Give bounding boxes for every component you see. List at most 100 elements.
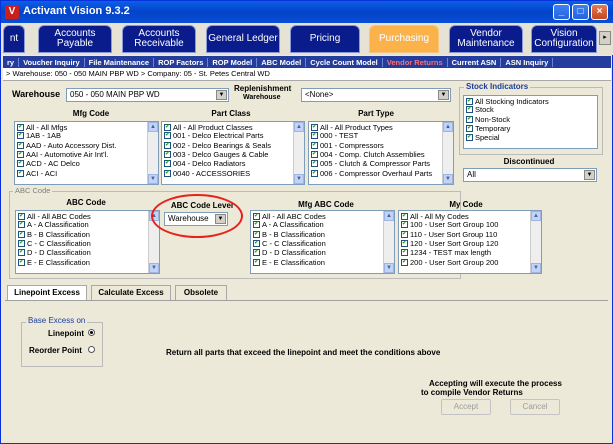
subtab-asn-inquiry[interactable]: ASN Inquiry xyxy=(501,57,554,67)
list-item[interactable]: ✔ AAI - Automotive Air Int'l. xyxy=(15,150,158,159)
scroll-up-icon[interactable]: ▲ xyxy=(148,122,158,132)
checkbox[interactable]: ✔ xyxy=(401,221,408,229)
part-class-list[interactable]: ✔ All - All Product Classes ✔ 001 - Delco … xyxy=(161,121,305,185)
accept-button[interactable]: Accept xyxy=(441,399,491,415)
checkbox[interactable]: ✔ xyxy=(466,134,473,142)
close-icon[interactable]: × xyxy=(591,4,608,20)
scrollbar[interactable]: ▲ ▼ xyxy=(147,122,158,184)
abc-code-list[interactable]: ✔ All - All ABC Codes ✔ A - A Classificati… xyxy=(15,210,160,274)
checkbox[interactable]: ✔ xyxy=(466,98,473,106)
list-item[interactable]: ✔ D - D Classification xyxy=(251,248,394,257)
list-item[interactable]: ✔ Stock xyxy=(464,105,597,114)
list-item[interactable]: ✔ B - B Classification xyxy=(251,230,394,239)
checkbox[interactable]: ✔ xyxy=(164,141,171,149)
list-item[interactable]: ✔ C - C Classification xyxy=(16,239,159,248)
tab-scroll-right-icon[interactable]: ▸ xyxy=(599,31,611,45)
checkbox[interactable]: ✔ xyxy=(311,124,318,132)
checkbox[interactable]: ✔ xyxy=(164,169,171,177)
chevron-down-icon[interactable]: ▼ xyxy=(216,90,227,100)
list-item[interactable]: ✔ 120 - User Sort Group 120 xyxy=(399,239,541,248)
scroll-up-icon[interactable]: ▲ xyxy=(443,122,453,132)
subtab-abc-model[interactable]: ABC Model xyxy=(257,57,307,67)
list-item[interactable]: ✔ All - All Product Types xyxy=(309,122,453,132)
checkbox[interactable]: ✔ xyxy=(253,213,260,221)
checkbox[interactable]: ✔ xyxy=(164,132,171,140)
reorder-point-radio[interactable] xyxy=(88,346,95,355)
list-item[interactable]: ✔ 0040 - ACCESSORIES xyxy=(162,168,304,178)
subtab-inquiry[interactable]: ry xyxy=(3,57,20,67)
title-bar[interactable]: V Activant Vision 9.3.2 _ □ × xyxy=(1,1,613,23)
checkbox[interactable]: ✔ xyxy=(164,124,171,132)
my-code-list[interactable]: ✔ All - All My Codes ✔ 100 - User Sort Gro… xyxy=(398,210,542,274)
tab-pricing[interactable]: Pricing xyxy=(290,25,360,53)
tab-inventory[interactable]: nt xyxy=(3,25,25,53)
checkbox[interactable]: ✔ xyxy=(18,258,25,266)
checkbox[interactable]: ✔ xyxy=(311,132,318,140)
tab-calculate-excess[interactable]: Calculate Excess xyxy=(91,285,171,300)
checkbox[interactable]: ✔ xyxy=(17,132,24,140)
checkbox[interactable]: ✔ xyxy=(401,213,408,221)
checkbox[interactable]: ✔ xyxy=(466,125,473,133)
list-item[interactable]: ✔ 110 - User Sort Group 110 xyxy=(399,230,541,239)
list-item[interactable]: ✔ D - D Classification xyxy=(16,248,159,257)
part-type-list[interactable]: ✔ All - All Product Types ✔ 000 - TEST ✔ 00… xyxy=(308,121,454,185)
tab-vision-configuration[interactable]: Vision Configuration xyxy=(531,25,597,53)
scroll-down-icon[interactable]: ▼ xyxy=(148,174,158,184)
maximize-icon[interactable]: □ xyxy=(572,4,589,20)
scroll-down-icon[interactable]: ▼ xyxy=(294,174,304,184)
tab-linepoint-excess[interactable]: Linepoint Excess xyxy=(7,285,87,300)
checkbox[interactable]: ✔ xyxy=(401,240,408,248)
checkbox[interactable]: ✔ xyxy=(253,230,260,238)
scroll-down-icon[interactable]: ▼ xyxy=(384,263,394,273)
checkbox[interactable]: ✔ xyxy=(164,160,171,168)
list-item[interactable]: ✔ 1AB - 1AB xyxy=(15,131,158,140)
scrollbar[interactable]: ▲ ▼ xyxy=(293,122,304,184)
scroll-down-icon[interactable]: ▼ xyxy=(149,263,159,273)
list-item[interactable]: ✔ Special xyxy=(464,133,597,142)
checkbox[interactable]: ✔ xyxy=(253,240,260,248)
list-item[interactable]: ✔ 004 - Comp. Clutch Assemblies xyxy=(309,150,453,159)
subtab-vendor-returns[interactable]: Vendor Returns xyxy=(383,57,448,67)
checkbox[interactable]: ✔ xyxy=(253,249,260,257)
list-item[interactable]: ✔ All - All Mfgs xyxy=(15,122,158,132)
checkbox[interactable]: ✔ xyxy=(253,221,260,229)
checkbox[interactable]: ✔ xyxy=(17,124,24,132)
subtab-current-asn[interactable]: Current ASN xyxy=(448,57,502,67)
discontinued-select[interactable]: All ▼ xyxy=(463,168,597,182)
list-item[interactable]: ✔ 002 - Delco Bearings & Seals xyxy=(162,141,304,150)
subtab-rop-factors[interactable]: ROP Factors xyxy=(154,57,209,67)
replenishment-select[interactable]: <None> ▼ xyxy=(301,88,451,102)
checkbox[interactable]: ✔ xyxy=(18,221,25,229)
checkbox[interactable]: ✔ xyxy=(311,169,318,177)
list-item[interactable]: ✔ 1234 - TEST max length xyxy=(399,248,541,257)
checkbox[interactable]: ✔ xyxy=(466,106,473,114)
checkbox[interactable]: ✔ xyxy=(311,141,318,149)
scrollbar[interactable]: ▲ ▼ xyxy=(530,211,541,273)
linepoint-radio[interactable] xyxy=(88,329,95,338)
tab-obsolete[interactable]: Obsolete xyxy=(175,285,227,300)
list-item[interactable]: ✔ AAD - Auto Accessory Dist. xyxy=(15,141,158,150)
checkbox[interactable]: ✔ xyxy=(311,151,318,159)
chevron-down-icon[interactable]: ▼ xyxy=(438,90,449,100)
minimize-icon[interactable]: _ xyxy=(553,4,570,20)
list-item[interactable]: ✔ 004 - Delco Radiators xyxy=(162,159,304,168)
list-item[interactable]: ✔ Non-Stock xyxy=(464,115,597,124)
checkbox[interactable]: ✔ xyxy=(401,249,408,257)
list-item[interactable]: ✔ 001 - Delco Electrical Parts xyxy=(162,131,304,140)
tab-accounts-payable[interactable]: Accounts Payable xyxy=(38,25,112,53)
subtab-voucher-inquiry[interactable]: Voucher Inquiry xyxy=(19,57,85,67)
list-item[interactable]: ✔ Temporary xyxy=(464,124,597,133)
list-item[interactable]: ✔ All - All Product Classes xyxy=(162,122,304,132)
tab-vendor-maintenance[interactable]: Vendor Maintenance xyxy=(449,25,523,53)
list-item[interactable]: ✔ ACI - ACI xyxy=(15,168,158,178)
list-item[interactable]: ✔ B - B Classification xyxy=(16,230,159,239)
list-item[interactable]: ✔ 200 - User Sort Group 200 xyxy=(399,257,541,267)
subtab-cycle-count-model[interactable]: Cycle Count Model xyxy=(306,57,383,67)
scroll-down-icon[interactable]: ▼ xyxy=(531,263,541,273)
chevron-down-icon[interactable]: ▼ xyxy=(584,170,595,180)
scroll-up-icon[interactable]: ▲ xyxy=(531,211,541,221)
list-item[interactable]: ✔ 000 - TEST xyxy=(309,131,453,140)
checkbox[interactable]: ✔ xyxy=(17,169,24,177)
scrollbar[interactable]: ▲ ▼ xyxy=(442,122,453,184)
list-item[interactable]: ✔ 005 - Clutch & Compressor Parts xyxy=(309,159,453,168)
